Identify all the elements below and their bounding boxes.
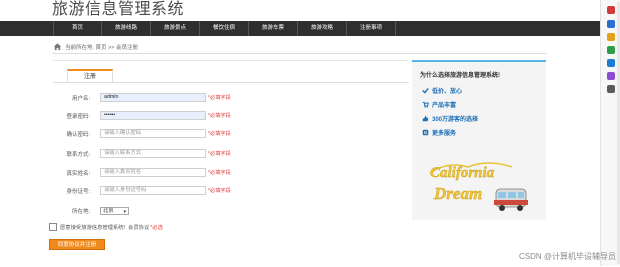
field-label: 用户名: (71, 95, 90, 102)
submit-button[interactable]: 同意协议并注册 (49, 239, 105, 250)
app-icon[interactable] (607, 46, 615, 54)
field-label: 登录密码: (66, 113, 90, 120)
feature-item: 产品丰富 (422, 100, 456, 109)
field-label: 联系方式: (66, 151, 90, 158)
form-row-contact: 联系方式: 请输入联系方式 *必填字段 (53, 149, 231, 158)
realname-input[interactable]: 请输入真实姓名 (100, 168, 206, 177)
feature-label: 低价、放心 (432, 89, 463, 95)
chevron-down-icon: ▾ (123, 208, 126, 215)
required-hint: *必填字段 (208, 95, 231, 101)
field-label: 身份证号: (66, 188, 90, 195)
check-icon (422, 87, 429, 94)
form-row-idcard: 身份证号: 请输入身份证号码 *必填字段 (53, 186, 231, 195)
field-label: 确认密码: (66, 131, 90, 138)
feature-item: 300万游客的选择 (422, 114, 478, 123)
feature-label: 产品丰富 (432, 103, 457, 109)
form-row-region: 所在地: 北京 ▾ (53, 206, 129, 215)
bookmark-icon[interactable] (607, 6, 615, 14)
form-row-confirm-password: 确认密码: 请输入确认密码 *必填字段 (53, 129, 231, 138)
site-title: 旅游信息管理系统 (52, 1, 185, 18)
form-row-username: 用户名: admin *必填字段 (53, 93, 231, 102)
feature-label: 300万游客的选择 (432, 117, 479, 123)
nav-item-home[interactable]: 首页 (53, 21, 102, 36)
region-select[interactable]: 北京 ▾ (100, 206, 129, 215)
browser-sidebar (600, 0, 620, 266)
main-nav: 首页 旅游线路 旅游景点 餐饮住宿 旅游车票 旅游攻略 注册事项 (0, 21, 600, 36)
cart-icon (422, 101, 429, 108)
nav-item-routes[interactable]: 旅游线路 (102, 21, 151, 36)
form-row-realname: 真实姓名: 请输入真实姓名 *必填字段 (53, 168, 231, 177)
california-dream-logo: California Dream (429, 162, 528, 211)
nav-item-attractions[interactable]: 旅游景点 (151, 21, 200, 36)
field-label: 所在地: (71, 208, 90, 215)
contact-input[interactable]: 请输入联系方式 (100, 149, 206, 158)
home-icon (53, 43, 62, 51)
watermark: CSDN @计算机毕设辅导员 (518, 252, 616, 261)
page: 旅游信息管理系统 首页 旅游线路 旅游景点 餐饮住宿 旅游车票 旅游攻略 注册事… (0, 0, 600, 266)
form-row-password: 登录密码: •••••• *必填字段 (53, 111, 231, 120)
required-hint: *必填字段 (208, 113, 231, 119)
nav-item-guides[interactable]: 旅游攻略 (298, 21, 347, 36)
required-hint: *必填字段 (208, 151, 231, 157)
service-icon: G (422, 129, 429, 136)
extension-icon[interactable] (607, 33, 615, 41)
field-label: 真实姓名: (66, 170, 90, 177)
username-input[interactable]: admin (100, 93, 206, 102)
why-title: 为什么选择旅游信息管理系统! (420, 73, 500, 79)
logo-line-1: California (430, 165, 495, 181)
register-panel: 注册 用户名: admin *必填字段 登录密码: •••••• *必填字段 确… (53, 60, 409, 267)
tab-register[interactable]: 注册 (67, 69, 113, 83)
idcard-input[interactable]: 请输入身份证号码 (100, 186, 206, 195)
password-input[interactable]: •••••• (100, 111, 206, 120)
region-value: 北京 (103, 207, 114, 214)
protocol-link[interactable]: 会员协议 (128, 223, 149, 231)
header: 旅游信息管理系统 (0, 0, 600, 20)
agree-checkbox[interactable] (49, 223, 57, 231)
required-hint: *必选 (150, 225, 163, 231)
thumbs-up-icon (422, 115, 429, 122)
sidebar-why-choose: 为什么选择旅游信息管理系统! 低价、放心 产品丰富 300万游客的选择 G 更多… (412, 60, 546, 220)
logo-line-2: Dream (433, 184, 482, 203)
breadcrumb: 当前所在地: 首页 >> 会员注册 (52, 41, 547, 54)
feature-item: 低价、放心 (422, 86, 462, 95)
agree-row: 愿意接受旅游信息管理系统! 会员协议 *必选 (49, 223, 163, 231)
nav-item-dining[interactable]: 餐饮住宿 (200, 21, 249, 36)
search-icon[interactable] (607, 20, 615, 28)
add-icon[interactable] (607, 85, 615, 93)
required-hint: *必填字段 (208, 170, 231, 176)
nav-item-tickets[interactable]: 旅游车票 (249, 21, 298, 36)
outlook-icon[interactable] (607, 59, 615, 67)
breadcrumb-text: 当前所在地: 首页 >> 会员注册 (65, 45, 139, 51)
required-hint: *必填字段 (208, 131, 231, 137)
tab-divider (53, 82, 409, 83)
feature-label: 更多服务 (432, 131, 457, 137)
nav-item-register[interactable]: 注册事项 (347, 21, 396, 36)
tools-icon[interactable] (607, 72, 615, 80)
required-hint: *必填字段 (208, 188, 231, 194)
agree-text: 愿意接受旅游信息管理系统! (60, 225, 126, 231)
confirm-password-input[interactable]: 请输入确认密码 (100, 129, 206, 138)
svg-text:G: G (424, 130, 427, 135)
feature-item: G 更多服务 (422, 128, 456, 137)
